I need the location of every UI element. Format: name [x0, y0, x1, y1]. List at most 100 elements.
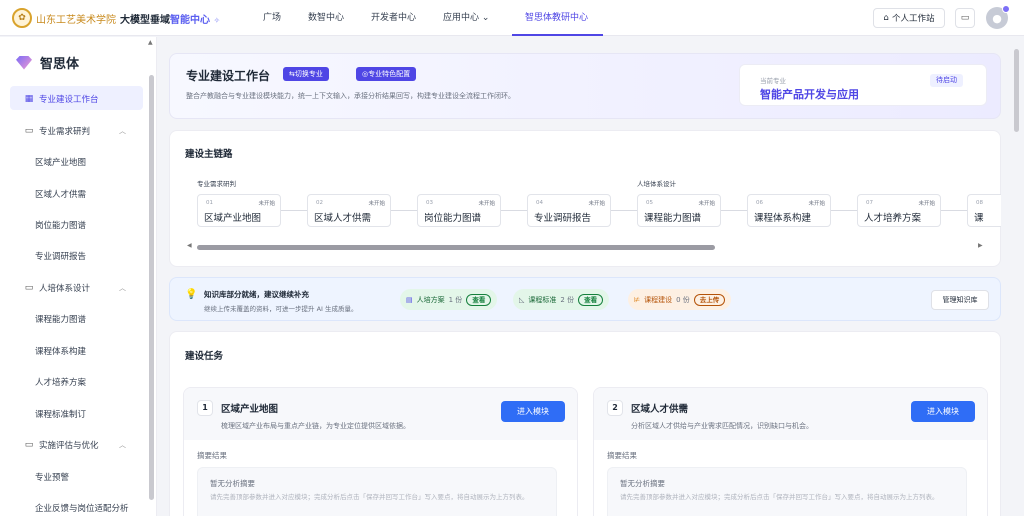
scroll-left-icon[interactable]: ◀ — [187, 242, 192, 249]
sidebar-item-label: 实施评估与优化 — [39, 441, 99, 451]
user-icon: ● — [992, 11, 1002, 25]
nav-data-center[interactable]: 数智中心 — [308, 0, 344, 36]
chain-horizontal-scrollbar[interactable] — [197, 245, 715, 250]
task-name: 区域人才供需 — [631, 404, 689, 415]
chain-connector — [720, 210, 748, 211]
sidebar-item-job-ability[interactable]: 岗位能力图谱 — [35, 219, 86, 231]
empty-title: 暂无分析摘要 — [620, 479, 665, 488]
sidebar-item-training-plan[interactable]: 人才培养方案 — [35, 376, 86, 388]
step-name: 岗位能力图谱 — [424, 213, 482, 224]
view-button[interactable]: 查看 — [578, 293, 604, 306]
chip-count: 1 份 — [448, 295, 463, 304]
step-number: 03 — [426, 200, 433, 206]
chevron-up-icon[interactable]: ︿ — [119, 126, 126, 136]
view-button[interactable]: 查看 — [466, 293, 492, 306]
switch-major-button[interactable]: ⇆切换专业 — [283, 67, 329, 81]
chain-connector — [500, 210, 528, 211]
brand-title: 大模型垂域智能中心 ✧ — [120, 11, 220, 26]
brand-prefix: 大模型垂域 — [120, 15, 170, 26]
step-name: 课程体系构建 — [754, 213, 812, 224]
manage-kb-button[interactable]: 管理知识库 — [931, 290, 989, 310]
page-description: 整合产教融合与专业建设模块能力，统一上下文输入，承接分析结果回写，构建专业建设全… — [186, 92, 515, 100]
sidebar-item-workbench[interactable]: ▦ 专业建设工作台 — [24, 93, 99, 105]
sparkle-icon: ✧ — [213, 16, 221, 25]
upload-button[interactable]: 去上传 — [693, 293, 726, 306]
chevron-down-icon: ⌄ — [481, 12, 490, 23]
chain-step[interactable]: 08 课 — [967, 194, 1001, 227]
kb-chip-course-build: ⊭ 课程建设 0 份 去上传 — [628, 289, 732, 310]
chevron-up-icon[interactable]: ︿ — [119, 440, 126, 450]
sidebar-title-text: 智思体 — [40, 57, 80, 72]
sidebar-group-demand[interactable]: ▭ 专业需求研判 — [24, 125, 90, 137]
brand-accent: 智能中心 — [170, 15, 210, 26]
nav-active-indicator — [512, 34, 603, 36]
sidebar-title: 智思体 — [16, 53, 79, 72]
task-number: 2 — [607, 400, 623, 416]
chain-connector — [280, 210, 308, 211]
school-logo[interactable]: ✿ 山东工艺美术学院 — [12, 8, 116, 28]
nav-teaching-center[interactable]: 智思体教研中心 — [525, 0, 588, 36]
task-header: 1 区域产业地图 梳理区域产业布局与重点产业链，为专业定位提供区域依据。 进入模… — [184, 388, 577, 440]
chat-button[interactable]: ▭ — [955, 8, 975, 28]
scroll-right-icon[interactable]: ▶ — [978, 242, 983, 249]
sidebar-item-course-system[interactable]: 课程体系构建 — [35, 345, 86, 357]
nav-square[interactable]: 广场 — [263, 0, 281, 36]
step-number: 02 — [316, 200, 323, 206]
knowledge-base-banner: 💡 知识库部分就绪，建议继续补充 继续上传未覆盖的资料，可进一步提升 AI 生成… — [169, 277, 1001, 321]
status-badge: 待启动 — [930, 74, 963, 87]
page-title: 专业建设工作台 — [186, 69, 271, 83]
chevron-up-icon[interactable]: ︿ — [119, 283, 126, 293]
task-description: 分析区域人才供给与产业需求匹配情况，识别缺口与机会。 — [631, 422, 813, 430]
chain-step[interactable]: 02 未开始 区域人才供需 — [307, 194, 391, 227]
sidebar-group-training[interactable]: ▭ 人培体系设计 — [24, 282, 90, 294]
sidebar-item-talent-supply[interactable]: 区域人才供需 — [35, 188, 86, 200]
step-status: 未开始 — [698, 201, 715, 207]
chain-step[interactable]: 01 未开始 区域产业地图 — [197, 194, 281, 227]
sidebar-scrollbar[interactable] — [149, 75, 154, 500]
board-icon: ▭ — [24, 440, 34, 450]
step-name: 人才培养方案 — [864, 213, 922, 224]
chip-label: 课程建设 — [644, 295, 673, 304]
sidebar-item-course-ability[interactable]: 课程能力图谱 — [35, 313, 86, 325]
sidebar-item-industry-map[interactable]: 区域产业地图 — [35, 156, 86, 168]
sidebar-item-course-standard[interactable]: 课程标准制订 — [35, 408, 86, 420]
step-status: 未开始 — [918, 201, 935, 207]
construction-chain-card: 建设主链路 专业需求研判 人培体系设计 01 未开始 区域产业地图 02 未开始 区域人… — [169, 130, 1001, 267]
sidebar-item-label: 专业需求研判 — [39, 127, 91, 137]
step-status: 未开始 — [478, 201, 495, 207]
sidebar-item-feedback[interactable]: 企业反馈与岗位适配分析 — [35, 502, 129, 514]
task-card: 2 区域人才供需 分析区域人才供给与产业需求匹配情况，识别缺口与机会。 进入模块… — [593, 387, 988, 516]
step-status: 未开始 — [808, 201, 825, 207]
step-name: 区域产业地图 — [204, 213, 262, 224]
major-config-button[interactable]: ◎专业特色配置 — [356, 67, 417, 81]
chat-icon: ▭ — [960, 13, 970, 23]
sidebar-item-research-report[interactable]: 专业调研报告 — [35, 250, 86, 262]
chain-connector — [830, 210, 858, 211]
avatar[interactable]: ● — [986, 5, 1010, 29]
chain-step[interactable]: 03 未开始岗位能力图谱 — [417, 194, 501, 227]
sidebar-scroll-up-icon[interactable]: ▲ — [148, 39, 153, 46]
enter-module-button[interactable]: 进入模块 — [911, 401, 975, 422]
chip-count: 0 份 — [676, 295, 690, 304]
nav-app-center[interactable]: 应用中心 ⌄ — [443, 0, 489, 36]
nav-developer-center[interactable]: 开发者中心 — [371, 0, 416, 36]
step-number: 05 — [646, 200, 653, 206]
chain-step[interactable]: 06 未开始 课程体系构建 — [747, 194, 831, 227]
top-bar: ✿ 山东工艺美术学院 大模型垂域智能中心 ✧ 广场 数智中心 开发者中心 应用中… — [0, 0, 1024, 36]
sidebar-item-warning[interactable]: 专业预警 — [35, 471, 69, 483]
main-scrollbar[interactable] — [1014, 49, 1019, 132]
step-name: 课 — [974, 213, 984, 224]
workspace-label: 个人工作站 — [891, 14, 935, 24]
enter-module-button[interactable]: 进入模块 — [501, 401, 565, 422]
step-status: 未开始 — [368, 201, 385, 207]
chain-step[interactable]: 05 未开始课程能力图谱 — [637, 194, 721, 227]
chain-step[interactable]: 07 未开始 人才培养方案 — [857, 194, 941, 227]
sidebar-group-evaluation[interactable]: ▭ 实施评估与优化 — [24, 439, 99, 451]
step-status: 未开始 — [588, 201, 605, 207]
step-name: 课程能力图谱 — [644, 213, 702, 224]
sidebar-item-label: 人培体系设计 — [39, 284, 91, 294]
chain-step[interactable]: 04 未开始 专业调研报告 — [527, 194, 611, 227]
chip-label: 人培方案 — [416, 295, 445, 304]
workspace-button[interactable]: ⌂ 个人工作站 — [873, 8, 945, 28]
empty-summary: 暂无分析摘要 请先完善顶部参数并进入对应模块；完成分析后点击「保存并回写工作台」… — [197, 467, 557, 516]
